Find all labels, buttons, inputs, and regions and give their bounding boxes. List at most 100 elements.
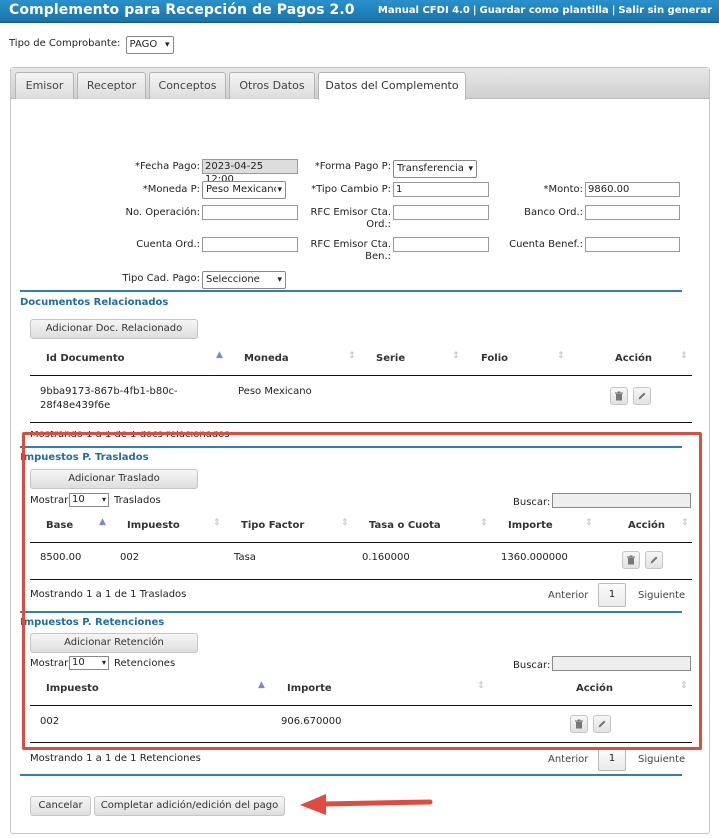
cuenta-ord-input[interactable] <box>202 237 298 252</box>
delete-retencion-button[interactable] <box>570 715 588 733</box>
edit-doc-button[interactable] <box>633 387 651 405</box>
retenciones-show-label: Mostrar <box>30 658 69 669</box>
tab-datos-complemento[interactable]: Datos del Complemento <box>318 72 466 100</box>
sort-asc-icon: ▲ <box>99 517 106 527</box>
traslados-page-size-select[interactable]: 10 ▾ <box>69 493 109 507</box>
col-importe[interactable]: Importe <box>508 520 553 531</box>
delete-traslado-button[interactable] <box>622 551 640 569</box>
documentos-title: Documentos Relacionados <box>20 297 169 308</box>
retenciones-search-input[interactable] <box>552 656 691 671</box>
section-divider <box>20 290 682 292</box>
trash-icon <box>615 391 623 401</box>
complete-payment-button[interactable]: Completar adición/edición del pago <box>94 796 285 816</box>
manual-cfdi-link[interactable]: Manual CFDI 4.0 <box>378 5 470 16</box>
traslados-page-1-button[interactable]: 1 <box>598 583 626 607</box>
forma-pago-label: *Forma Pago P: <box>314 161 391 172</box>
tab-bar: Emisor Receptor Conceptos Otros Datos Da… <box>11 68 709 100</box>
col-importe[interactable]: Importe <box>287 683 332 694</box>
delete-doc-button[interactable] <box>610 387 628 405</box>
traslado-tasa-cell: 0.160000 <box>362 552 410 563</box>
sort-icon: ⇕ <box>477 681 485 691</box>
trash-icon <box>575 719 583 729</box>
traslado-tipo-factor-cell: Tasa <box>234 552 256 563</box>
retenciones-page-size-select[interactable]: 10 ▾ <box>69 656 109 670</box>
retenciones-prev-button[interactable]: Anterior <box>548 754 588 765</box>
add-retencion-button[interactable]: Adicionar Retención <box>30 633 198 653</box>
retenciones-page-1-button[interactable]: 1 <box>598 747 626 771</box>
col-tipo-factor[interactable]: Tipo Factor <box>241 520 304 531</box>
col-folio[interactable]: Folio <box>481 353 508 364</box>
tipo-cambio-input[interactable]: 1 <box>393 182 489 197</box>
traslados-prev-button[interactable]: Anterior <box>548 590 588 601</box>
retenciones-next-button[interactable]: Siguiente <box>638 754 685 765</box>
save-template-link[interactable]: Guardar como plantilla <box>480 5 609 16</box>
monto-input[interactable]: 9860.00 <box>585 182 680 197</box>
tab-emisor[interactable]: Emisor <box>15 72 74 99</box>
col-tasa-cuota[interactable]: Tasa o Cuota <box>369 520 441 531</box>
tipo-comprobante-select[interactable]: PAGO ▾ <box>125 36 174 54</box>
pencil-icon <box>650 556 658 564</box>
tab-receptor[interactable]: Receptor <box>77 72 146 99</box>
chevron-down-icon: ▾ <box>165 40 170 50</box>
table-header-line <box>30 705 692 706</box>
rfc-emisor-ben-label: RFC Emisor Cta. Ben.: <box>310 239 391 262</box>
edit-traslado-button[interactable] <box>645 551 663 569</box>
traslados-search-input[interactable] <box>552 493 691 508</box>
table-bottom-line <box>30 742 692 743</box>
section-divider <box>20 611 682 613</box>
edit-retencion-button[interactable] <box>593 715 611 733</box>
col-impuesto[interactable]: Impuesto <box>46 683 99 694</box>
sort-icon: ⇕ <box>585 518 593 528</box>
traslados-show-suffix: Traslados <box>114 495 161 506</box>
cancel-button[interactable]: Cancelar <box>30 796 91 816</box>
col-base[interactable]: Base <box>46 520 73 531</box>
fecha-pago-label: *Fecha Pago: <box>134 161 200 172</box>
sort-icon: ⇕ <box>348 351 356 361</box>
pencil-icon <box>638 392 646 400</box>
banco-ord-input[interactable] <box>585 205 680 220</box>
cuenta-benef-label: Cuenta Benef.: <box>509 239 583 250</box>
pencil-icon <box>598 720 606 728</box>
sort-icon: ⇕ <box>213 518 221 528</box>
fecha-pago-input[interactable]: 2023-04-25 12:00 <box>202 159 298 185</box>
forma-pago-select[interactable]: Transferencia ▾ <box>393 160 477 178</box>
col-impuesto[interactable]: Impuesto <box>127 520 180 531</box>
rfc-emisor-ord-input[interactable] <box>393 205 489 220</box>
sort-icon: ⇕ <box>480 518 488 528</box>
traslados-next-button[interactable]: Siguiente <box>638 590 685 601</box>
col-serie[interactable]: Serie <box>376 353 405 364</box>
traslados-info: Mostrando 1 a 1 de 1 Traslados <box>30 589 187 600</box>
exit-without-generate-link[interactable]: Salir sin generar <box>618 5 712 16</box>
rfc-emisor-ben-input[interactable] <box>393 237 489 252</box>
sort-icon: ⇕ <box>680 681 688 691</box>
sort-icon: ⇕ <box>681 518 689 528</box>
chevron-down-icon: ▾ <box>276 182 282 198</box>
col-id-documento[interactable]: Id Documento <box>46 353 125 364</box>
sort-icon: ⇕ <box>341 518 349 528</box>
col-moneda[interactable]: Moneda <box>244 353 289 364</box>
section-divider <box>20 774 682 776</box>
moneda-select[interactable]: Peso Mexicano ▾ <box>202 181 286 199</box>
sort-icon: ⇕ <box>680 351 688 361</box>
table-header-line <box>30 542 692 543</box>
tipo-cad-pago-select[interactable]: Seleccione ▾ <box>202 271 286 289</box>
chevron-down-icon: ▾ <box>101 658 106 667</box>
table-header-line <box>30 375 692 376</box>
table-bottom-line <box>30 579 692 580</box>
trash-icon <box>627 555 635 565</box>
col-accion: Acción <box>628 520 666 531</box>
cuenta-benef-input[interactable] <box>585 237 680 252</box>
add-traslado-button[interactable]: Adicionar Traslado <box>30 469 198 489</box>
chevron-down-icon: ▾ <box>468 164 473 174</box>
tab-conceptos[interactable]: Conceptos <box>149 72 226 99</box>
chevron-down-icon: ▾ <box>277 275 282 285</box>
doc-moneda-cell: Peso Mexicano <box>238 386 312 397</box>
traslados-search-label: Buscar: <box>513 497 551 508</box>
documentos-info: Mostrando 1 a 1 de 1 docs relacionados <box>30 431 230 440</box>
add-doc-relacionado-button[interactable]: Adicionar Doc. Relacionado <box>30 319 198 339</box>
cuenta-ord-label: Cuenta Ord.: <box>136 239 200 250</box>
col-accion: Acción <box>576 683 614 694</box>
header-links: Manual CFDI 4.0 | Guardar como plantilla | S… <box>377 5 712 16</box>
tab-otros-datos[interactable]: Otros Datos <box>229 72 315 99</box>
no-operacion-input[interactable] <box>202 205 298 220</box>
